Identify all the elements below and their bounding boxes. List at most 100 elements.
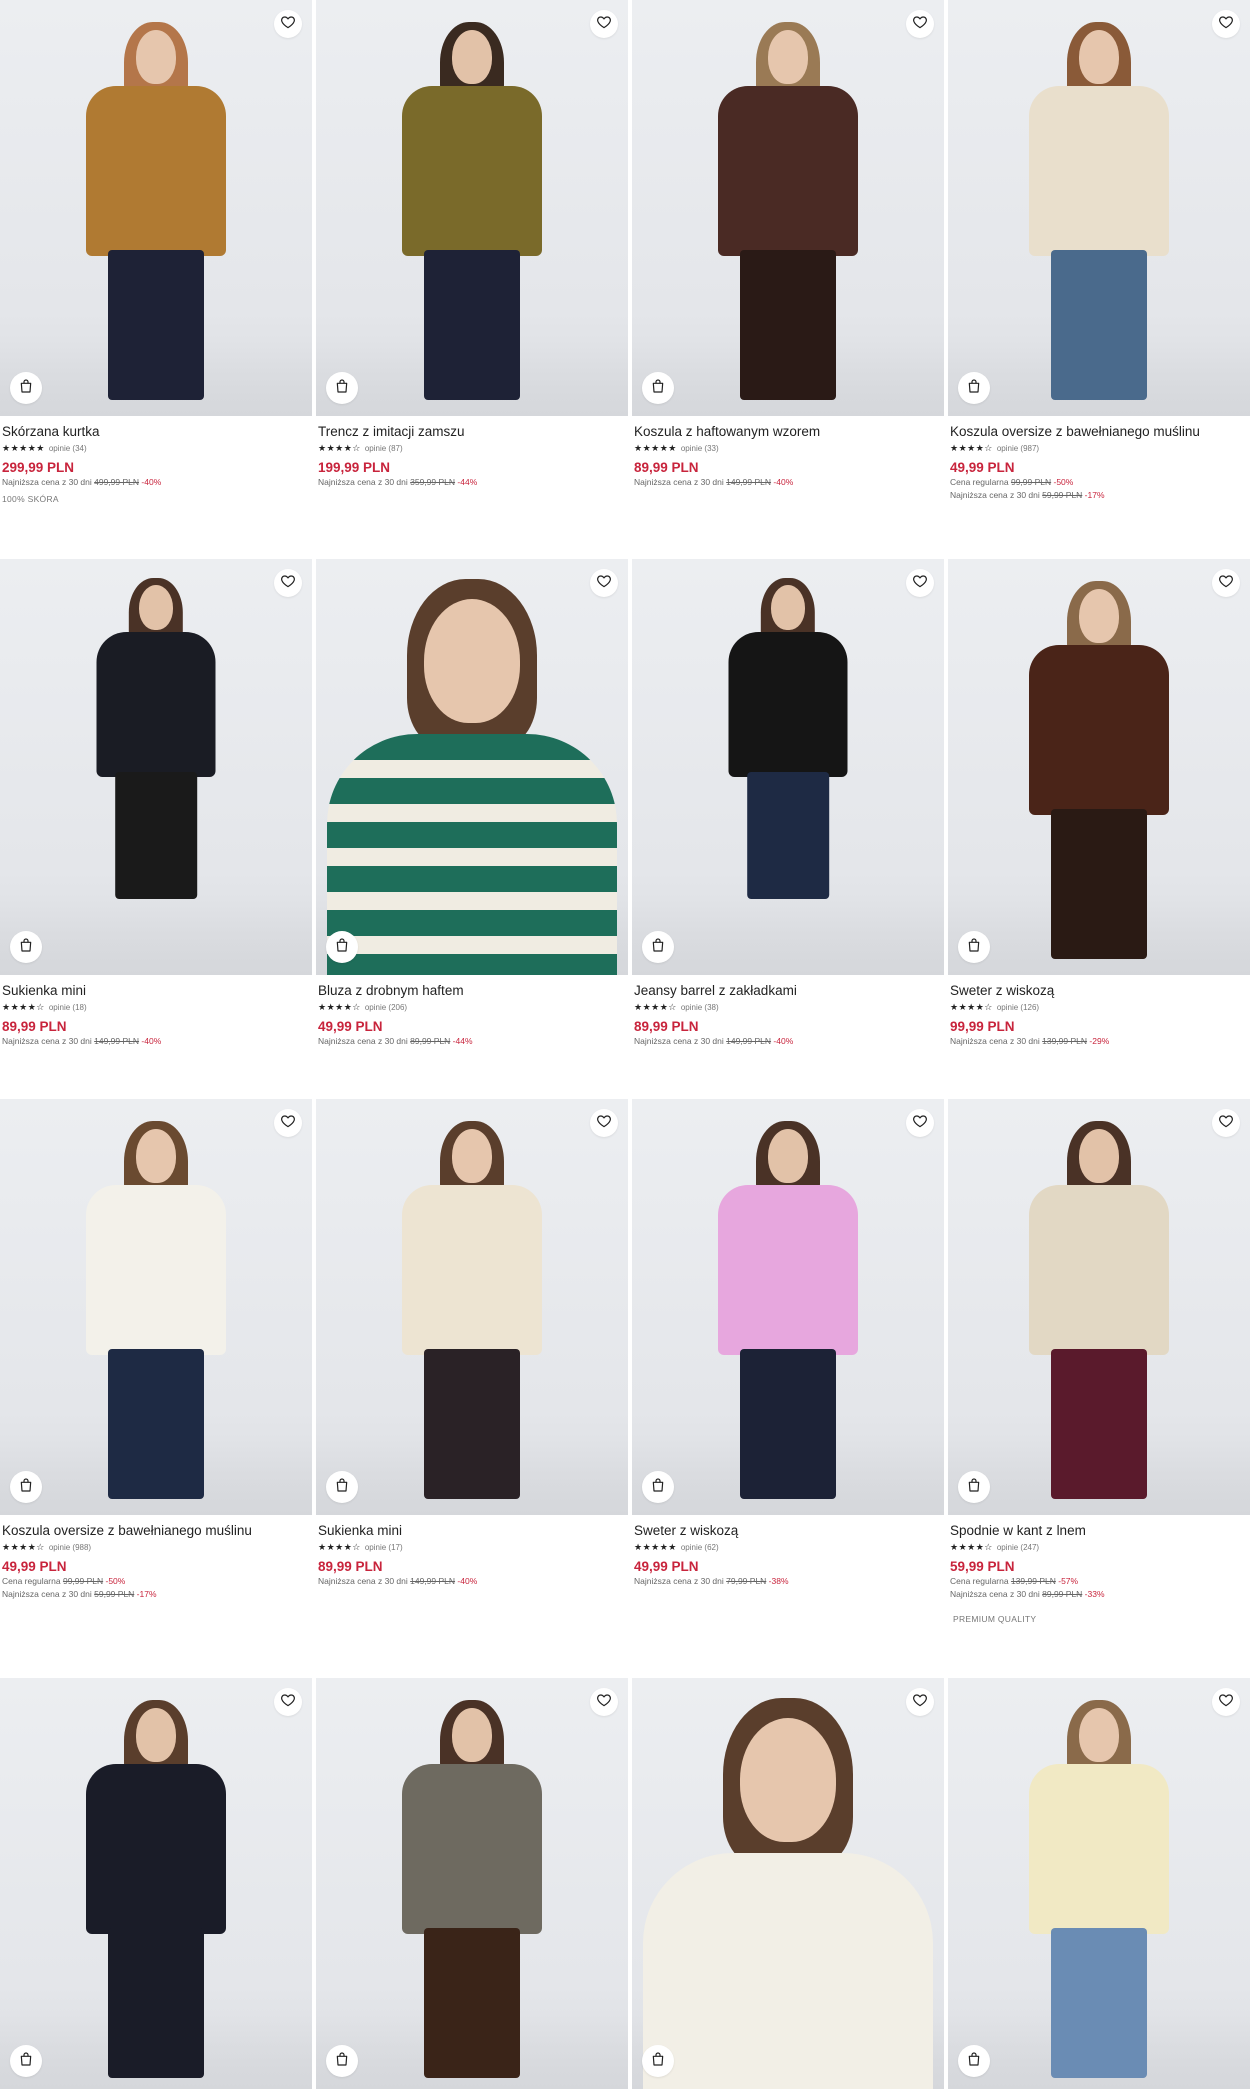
wishlist-button[interactable] [274, 1688, 302, 1716]
product-name[interactable]: Bluza z drobnym haftem [318, 982, 626, 999]
wishlist-button[interactable] [590, 1109, 618, 1137]
wishlist-button[interactable] [906, 1688, 934, 1716]
product-image[interactable] [948, 1678, 1250, 2089]
add-to-cart-button[interactable] [958, 1471, 990, 1503]
product-image[interactable] [316, 1678, 628, 2089]
wishlist-button[interactable] [1212, 10, 1240, 38]
product-name[interactable]: Skórzana kurtka [2, 423, 310, 440]
product-image[interactable] [632, 559, 944, 975]
discount-percent: -17% [134, 1589, 157, 1599]
product-name[interactable]: Koszula oversize z bawełnianego muślinu [950, 423, 1248, 440]
add-to-cart-button[interactable] [958, 931, 990, 963]
product-name[interactable]: Sukienka mini [2, 982, 310, 999]
product-image[interactable] [632, 0, 944, 416]
product-image[interactable] [316, 1099, 628, 1515]
product-card[interactable]: Koszula z haftowanym wzorem ★★★★★ opinie (… [632, 0, 944, 489]
product-name[interactable]: Sweter z wiskozą [950, 982, 1248, 999]
product-name[interactable]: Koszula oversize z bawełnianego muślinu [2, 1522, 310, 1539]
wishlist-button[interactable] [590, 1688, 618, 1716]
add-to-cart-button[interactable] [10, 2045, 42, 2077]
wishlist-button[interactable] [906, 1109, 934, 1137]
wishlist-button[interactable] [1212, 1688, 1240, 1716]
garment-top [327, 734, 617, 975]
product-card[interactable]: Bluza z drobnym haftem ★★★★☆ opinie (206) 4… [316, 559, 628, 1048]
product-image[interactable] [316, 0, 628, 416]
product-image[interactable] [948, 0, 1250, 416]
product-card[interactable]: Sukienka mini ★★★★☆ opinie (17) 89,99 PLN Na… [316, 1099, 628, 1588]
heart-icon [912, 1692, 928, 1713]
model-figure [56, 559, 256, 975]
add-to-cart-button[interactable] [642, 1471, 674, 1503]
product-card[interactable]: Koszula oversize z bawełnianego muślinu ★… [0, 1099, 312, 1601]
wishlist-button[interactable] [1212, 1109, 1240, 1137]
rating: ★★★★★ opinie (62) [634, 1542, 942, 1554]
product-image[interactable] [0, 559, 312, 975]
model-figure [56, 1099, 256, 1515]
wishlist-button[interactable] [906, 10, 934, 38]
product-name[interactable]: Sweter z wiskozą [634, 1522, 942, 1539]
product-card[interactable] [0, 1678, 312, 2089]
product-card[interactable]: Koszula oversize z bawełnianego muślinu ★… [948, 0, 1250, 502]
add-to-cart-button[interactable] [326, 931, 358, 963]
add-to-cart-button[interactable] [642, 931, 674, 963]
product-card[interactable] [632, 1678, 944, 2089]
product-card[interactable]: Trencz z imitacji zamszu ★★★★☆ opinie (87)… [316, 0, 628, 489]
add-to-cart-button[interactable] [958, 2045, 990, 2077]
product-image[interactable] [948, 559, 1250, 975]
old-price: 139,99 PLN [1042, 1036, 1088, 1046]
product-card[interactable] [316, 1678, 628, 2089]
product-card[interactable]: Spodnie w kant z lnem ★★★★☆ opinie (247) 59… [948, 1099, 1250, 1624]
price-note-label: Cena regularna [950, 477, 1011, 487]
add-to-cart-button[interactable] [326, 372, 358, 404]
product-image[interactable] [632, 1099, 944, 1515]
old-price: 59,99 PLN [1042, 490, 1083, 500]
bag-icon [334, 937, 350, 958]
product-image[interactable] [0, 1099, 312, 1515]
add-to-cart-button[interactable] [326, 2045, 358, 2077]
garment-top [1029, 1185, 1169, 1355]
model-figure [688, 1099, 888, 1515]
product-card[interactable]: Skórzana kurtka ★★★★★ opinie (34) 299,99 PL… [0, 0, 312, 504]
add-to-cart-button[interactable] [958, 372, 990, 404]
wishlist-button[interactable] [274, 569, 302, 597]
product-image[interactable] [632, 1678, 944, 2089]
price-history-note: Najniższa cena z 30 dni 89,99 PLN -33% [950, 1588, 1248, 1601]
product-image[interactable] [0, 1678, 312, 2089]
add-to-cart-button[interactable] [10, 931, 42, 963]
product-image[interactable] [316, 559, 628, 975]
wishlist-button[interactable] [906, 569, 934, 597]
bag-icon [334, 378, 350, 399]
wishlist-button[interactable] [590, 569, 618, 597]
add-to-cart-button[interactable] [326, 1471, 358, 1503]
product-name[interactable]: Jeansy barrel z zakładkami [634, 982, 942, 999]
garment-bottom [1051, 809, 1147, 959]
product-info: Jeansy barrel z zakładkami ★★★★☆ opinie (3… [632, 975, 944, 1048]
old-price: 89,99 PLN [410, 1036, 451, 1046]
review-count: opinie (247) [996, 1543, 1040, 1552]
wishlist-button[interactable] [1212, 569, 1240, 597]
add-to-cart-button[interactable] [10, 372, 42, 404]
product-card[interactable]: Sweter z wiskozą ★★★★☆ opinie (126) 99,99 P… [948, 559, 1250, 1048]
wishlist-button[interactable] [274, 1109, 302, 1137]
product-card[interactable] [948, 1678, 1250, 2089]
add-to-cart-button[interactable] [10, 1471, 42, 1503]
product-name[interactable]: Sukienka mini [318, 1522, 626, 1539]
add-to-cart-button[interactable] [642, 372, 674, 404]
heart-icon [280, 1113, 296, 1134]
star-rating-icon: ★★★★★ [2, 444, 45, 454]
model-figure [688, 559, 888, 975]
discount-percent: -50% [1051, 477, 1074, 487]
add-to-cart-button[interactable] [642, 2045, 674, 2077]
wishlist-button[interactable] [274, 10, 302, 38]
product-card[interactable]: Sweter z wiskozą ★★★★★ opinie (62) 49,99 PL… [632, 1099, 944, 1588]
garment-bottom [424, 1349, 520, 1499]
bag-icon [18, 1477, 34, 1498]
product-image[interactable] [0, 0, 312, 416]
product-name[interactable]: Trencz z imitacji zamszu [318, 423, 626, 440]
wishlist-button[interactable] [590, 10, 618, 38]
product-name[interactable]: Spodnie w kant z lnem [950, 1522, 1248, 1539]
product-name[interactable]: Koszula z haftowanym wzorem [634, 423, 942, 440]
product-card[interactable]: Jeansy barrel z zakładkami ★★★★☆ opinie (3… [632, 559, 944, 1048]
product-card[interactable]: Sukienka mini ★★★★☆ opinie (18) 89,99 PLN Na… [0, 559, 312, 1048]
product-image[interactable] [948, 1099, 1250, 1515]
